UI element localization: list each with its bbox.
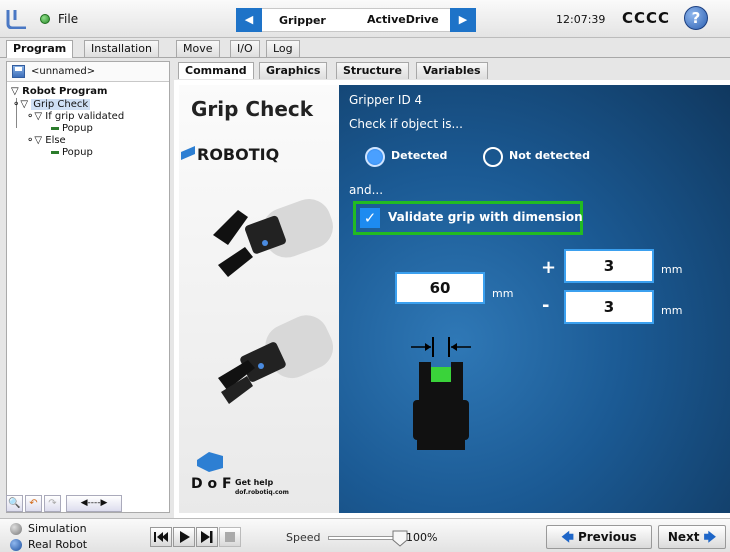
help-icon[interactable]: ? [684, 6, 708, 30]
not-detected-label[interactable]: Not detected [509, 149, 590, 162]
and-label: and... [349, 183, 384, 197]
tree-item-else[interactable]: ⚬▽ Else [26, 135, 66, 147]
playback-controls [150, 527, 266, 547]
detected-label[interactable]: Detected [391, 149, 447, 162]
simulation-radio-icon[interactable] [10, 523, 22, 535]
dimension-unit: mm [492, 287, 514, 300]
plus-sign: + [541, 257, 557, 278]
get-help-label: Get help [235, 478, 274, 487]
file-menu[interactable]: File [58, 12, 78, 26]
minus-tolerance-input[interactable]: 3 [564, 290, 654, 324]
dimension-input[interactable]: 60 [395, 272, 485, 304]
tree-item-popup-2[interactable]: Popup [51, 147, 93, 159]
validate-label[interactable]: Validate grip with dimension [388, 210, 583, 224]
tree-item-robot-program[interactable]: ▽ Robot Program [11, 86, 107, 98]
tab-installation[interactable]: Installation [84, 40, 159, 57]
tab-program[interactable]: Program [6, 40, 74, 58]
popup-icon [51, 150, 59, 154]
dof-logo-icon [197, 452, 223, 472]
program-filename: <unnamed> [31, 66, 96, 77]
real-robot-label[interactable]: Real Robot [28, 538, 87, 551]
detected-radio[interactable] [365, 147, 385, 167]
gripper-illustration-closed [218, 315, 333, 404]
tree-item-label: Else [45, 135, 66, 146]
tab-command[interactable]: Command [178, 62, 254, 79]
previous-button[interactable]: 🡄 Previous [546, 525, 652, 549]
arrow-right-icon: 🡆 [703, 530, 717, 544]
redo-icon[interactable]: ↷ [44, 495, 61, 512]
speed-label: Speed [286, 531, 321, 544]
step-forward-icon[interactable] [196, 527, 218, 547]
dof-logo-text: D o F [191, 476, 232, 492]
top-bar: File ◀ Gripper ActiveDrive ▶ 12:07:39 CC… [0, 0, 730, 38]
play-icon[interactable] [173, 527, 195, 547]
robotiq-logo-icon [181, 146, 195, 160]
real-robot-radio-icon[interactable] [10, 539, 22, 551]
tree-item-label: If grip validated [45, 111, 125, 122]
tab-structure[interactable]: Structure [336, 62, 409, 79]
speed-slider-track[interactable] [328, 536, 398, 540]
help-url: dof.robotiq.com [235, 489, 289, 496]
tree-item-label: Popup [62, 123, 93, 134]
next-button[interactable]: Next 🡆 [658, 525, 726, 549]
validate-dimension-group[interactable]: ✓ Validate grip with dimension [353, 201, 583, 235]
minus-sign: - [542, 295, 550, 316]
next-label: Next [667, 530, 700, 544]
tab-log[interactable]: Log [266, 40, 300, 57]
validate-checkbox[interactable]: ✓ [360, 208, 380, 228]
tree-item-label: Grip Check [31, 99, 91, 110]
nav-activedrive-label[interactable]: ActiveDrive [367, 13, 439, 26]
plus-tolerance-input[interactable]: 3 [564, 249, 654, 283]
gripper-id-label: Gripper ID 4 [349, 93, 423, 107]
skip-back-icon[interactable] [150, 527, 172, 547]
simulation-label[interactable]: Simulation [28, 522, 87, 535]
status-dot-icon [40, 14, 50, 24]
tab-variables[interactable]: Variables [416, 62, 488, 79]
grip-check-info-card: Grip Check ROBOTIQ D o F Get help dof.ro… [179, 85, 339, 513]
popup-icon [51, 126, 59, 130]
urcap-navigator: ◀ Gripper ActiveDrive ▶ [236, 8, 476, 32]
program-tree-panel: <unnamed> ▽ Robot Program ⚬▽ Grip Check … [6, 61, 170, 513]
robotiq-brand: ROBOTIQ [197, 145, 280, 164]
tree-item-label: Popup [62, 147, 93, 158]
tree-header: <unnamed> [7, 62, 169, 82]
arrow-left-icon: 🡄 [561, 530, 574, 544]
tab-graphics[interactable]: Graphics [259, 62, 328, 79]
tree-item-popup-1[interactable]: Popup [51, 123, 93, 135]
tree-item-if-grip-validated[interactable]: ⚬▽ If grip validated [26, 111, 124, 123]
command-content: Grip Check ROBOTIQ D o F Get help dof.ro… [174, 80, 730, 518]
gripper-dimension-diagram [411, 337, 471, 450]
tab-io[interactable]: I/O [230, 40, 260, 57]
nav-left-arrow-icon[interactable]: ◀ [236, 8, 262, 32]
minus-tolerance-unit: mm [661, 304, 683, 317]
page-title: Grip Check [191, 97, 314, 121]
bottom-bar: Simulation Real Robot Speed 100% 🡄 Previ… [0, 518, 730, 552]
gripper-illustration-open [213, 199, 333, 277]
tree-item-grip-check[interactable]: ⚬▽ Grip Check [12, 99, 91, 111]
nav-gripper-label[interactable]: Gripper [279, 14, 326, 27]
tree-toolbar: 🔍 ↶ ↷ ◀----▶ [6, 495, 170, 513]
plus-tolerance-unit: mm [661, 263, 683, 276]
save-icon[interactable] [12, 65, 25, 78]
nav-right-arrow-icon[interactable]: ▶ [450, 8, 476, 32]
tree-item-label: Robot Program [22, 86, 108, 97]
undo-icon[interactable]: ↶ [25, 495, 42, 512]
speed-value: 100% [406, 531, 438, 544]
universal-robots-logo [6, 10, 26, 29]
main-tab-divider [0, 57, 730, 58]
search-icon[interactable]: 🔍 [6, 495, 23, 512]
robot-name: CCCC [622, 9, 671, 27]
clock: 12:07:39 [556, 13, 606, 26]
not-detected-radio[interactable] [483, 147, 503, 167]
dof-help-link[interactable]: D o F Get help dof.robotiq.com [191, 450, 331, 500]
tab-move[interactable]: Move [176, 40, 220, 57]
grip-check-settings: Gripper ID 4 Check if object is... Detec… [339, 85, 730, 513]
check-label: Check if object is... [349, 117, 463, 131]
step-selector[interactable]: ◀----▶ [66, 495, 122, 512]
previous-label: Previous [577, 530, 637, 544]
stop-icon[interactable] [219, 527, 241, 547]
